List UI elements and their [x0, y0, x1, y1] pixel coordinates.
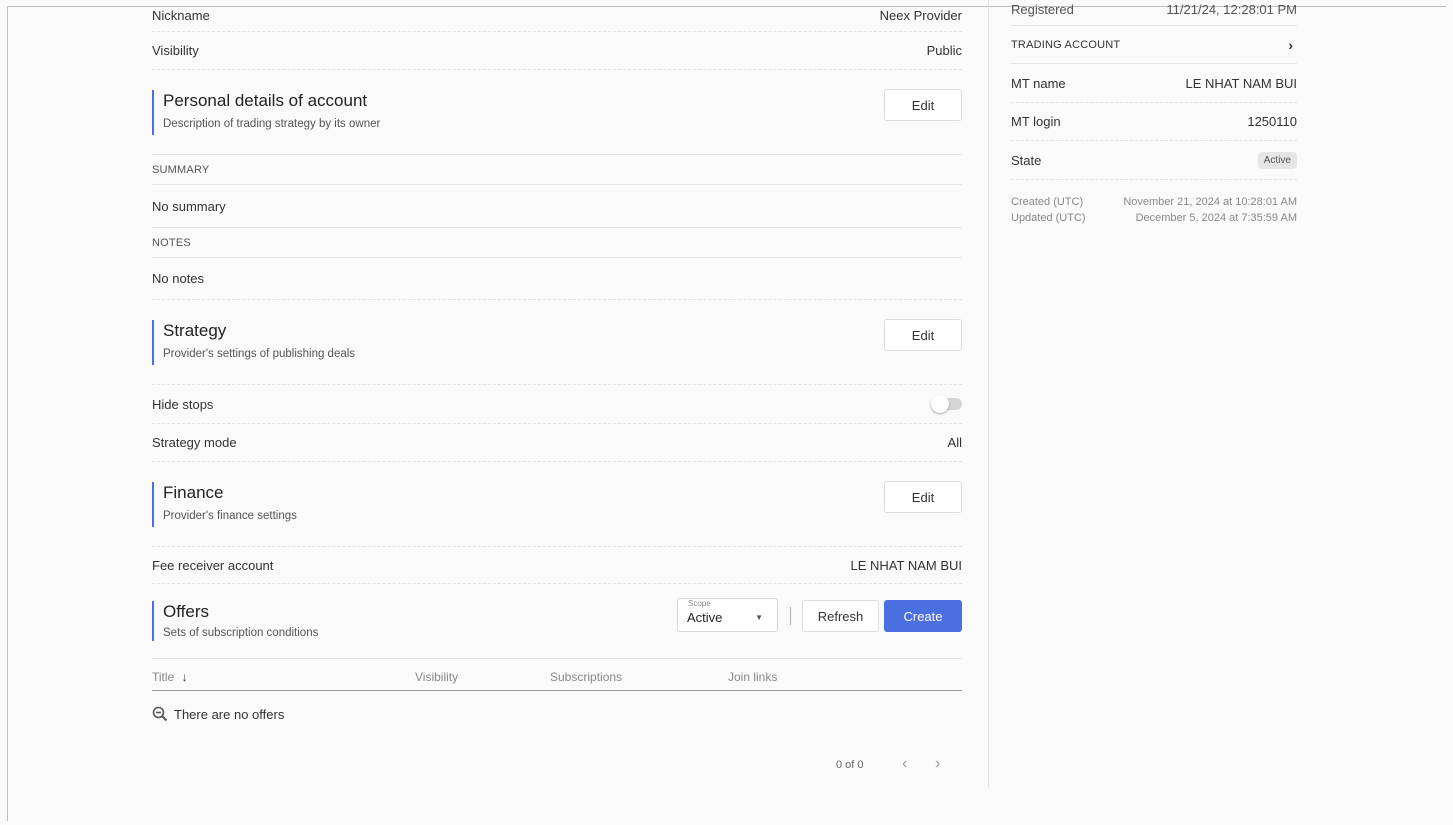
scope-value: Active	[687, 610, 723, 625]
chevron-right-icon[interactable]: ›	[935, 755, 940, 773]
column-visibility[interactable]: Visibility	[415, 670, 458, 684]
created-row: Created (UTC) November 21, 2024 at 10:28…	[1011, 196, 1297, 208]
sort-down-icon: ↓	[181, 670, 188, 684]
strategy-mode-label: Strategy mode	[152, 435, 237, 450]
hide-stops-row: Hide stops	[152, 384, 962, 424]
table-header-divider	[152, 690, 962, 691]
mt-login-label: MT login	[1011, 114, 1061, 129]
personal-details-section: Personal details of account Description …	[152, 90, 962, 135]
chevron-right-icon[interactable]: ›	[1288, 37, 1293, 53]
nickname-value: Neex Provider	[879, 8, 962, 23]
hide-stops-toggle[interactable]	[931, 395, 962, 413]
strategy-mode-row: Strategy mode All	[152, 424, 962, 462]
nickname-label: Nickname	[152, 8, 210, 23]
pagination-count: 0 of 0	[836, 759, 864, 771]
summary-value: No summary	[152, 198, 226, 214]
empty-text: There are no offers	[174, 706, 285, 722]
strategy-mode-value: All	[947, 435, 962, 450]
strategy-subtitle: Provider's settings of publishing deals	[163, 348, 356, 360]
updated-value: December 5, 2024 at 7:35:59 AM	[1135, 212, 1297, 224]
strategy-edit-button[interactable]: Edit	[884, 319, 962, 351]
fee-receiver-label: Fee receiver account	[152, 557, 274, 573]
fee-receiver-value: LE NHAT NAM BUI	[850, 557, 962, 573]
fee-receiver-row: Fee receiver account LE NHAT NAM BUI	[152, 546, 962, 584]
visibility-value: Public	[926, 43, 962, 58]
summary-header: SUMMARY	[152, 163, 210, 176]
hide-stops-label: Hide stops	[152, 396, 214, 412]
column-join-links[interactable]: Join links	[728, 670, 777, 684]
column-subscriptions[interactable]: Subscriptions	[550, 670, 622, 684]
finance-subtitle: Provider's finance settings	[163, 510, 297, 522]
refresh-button[interactable]: Refresh	[802, 600, 879, 632]
finance-title: Finance	[163, 483, 224, 502]
personal-details-title: Personal details of account	[163, 91, 368, 110]
registered-value: 11/21/24, 12:28:01 PM	[1166, 2, 1297, 17]
personal-details-subtitle: Description of trading strategy by its o…	[163, 118, 381, 130]
visibility-row: Visibility Public	[152, 32, 962, 70]
create-button[interactable]: Create	[884, 600, 962, 632]
scope-select[interactable]: Scope Active ▼	[677, 598, 778, 632]
mt-name-value: LE NHAT NAM BUI	[1185, 75, 1297, 91]
updated-row: Updated (UTC) December 5, 2024 at 7:35:5…	[1011, 212, 1297, 224]
toggle-knob	[931, 395, 949, 413]
search-minus-icon	[152, 706, 168, 722]
notes-header: NOTES	[152, 236, 191, 249]
trading-account-header-row[interactable]: TRADING ACCOUNT ›	[1011, 26, 1297, 64]
notes-row: No notes	[152, 258, 962, 300]
personal-edit-button[interactable]: Edit	[884, 89, 962, 121]
finance-section: Finance Provider's finance settings	[152, 482, 962, 527]
registered-row: Registered 11/21/24, 12:28:01 PM	[1011, 0, 1297, 26]
mt-login-value: 1250110	[1247, 114, 1297, 129]
state-row: State Active	[1011, 141, 1297, 180]
finance-edit-button[interactable]: Edit	[884, 481, 962, 513]
chevron-left-icon[interactable]: ‹	[902, 755, 907, 773]
empty-state: There are no offers	[152, 706, 284, 722]
visibility-label: Visibility	[152, 43, 199, 58]
registered-label: Registered	[1011, 2, 1074, 17]
created-label: Created (UTC)	[1011, 196, 1084, 208]
notes-value: No notes	[152, 271, 205, 286]
strategy-section: Strategy Provider's settings of publishi…	[152, 320, 962, 365]
strategy-title: Strategy	[163, 321, 227, 340]
state-label: State	[1011, 152, 1042, 168]
caret-down-icon: ▼	[755, 613, 763, 622]
column-title[interactable]: Title ↓	[152, 670, 188, 684]
mt-name-row: MT name LE NHAT NAM BUI	[1011, 64, 1297, 103]
mt-login-row: MT login 1250110	[1011, 103, 1297, 141]
summary-row: No summary	[152, 185, 962, 228]
panel-divider	[988, 0, 989, 788]
scope-label: Scope	[688, 599, 711, 608]
mt-name-label: MT name	[1011, 75, 1066, 91]
toolbar-separator	[790, 607, 791, 625]
updated-label: Updated (UTC)	[1011, 212, 1086, 224]
summary-header-row: SUMMARY	[152, 154, 962, 185]
created-value: November 21, 2024 at 10:28:01 AM	[1123, 196, 1297, 208]
notes-header-row: NOTES	[152, 228, 962, 258]
trading-account-header: TRADING ACCOUNT	[1011, 38, 1121, 51]
table-top-divider	[152, 658, 962, 659]
status-badge: Active	[1257, 151, 1297, 169]
nickname-row: Nickname Neex Provider	[152, 0, 962, 32]
